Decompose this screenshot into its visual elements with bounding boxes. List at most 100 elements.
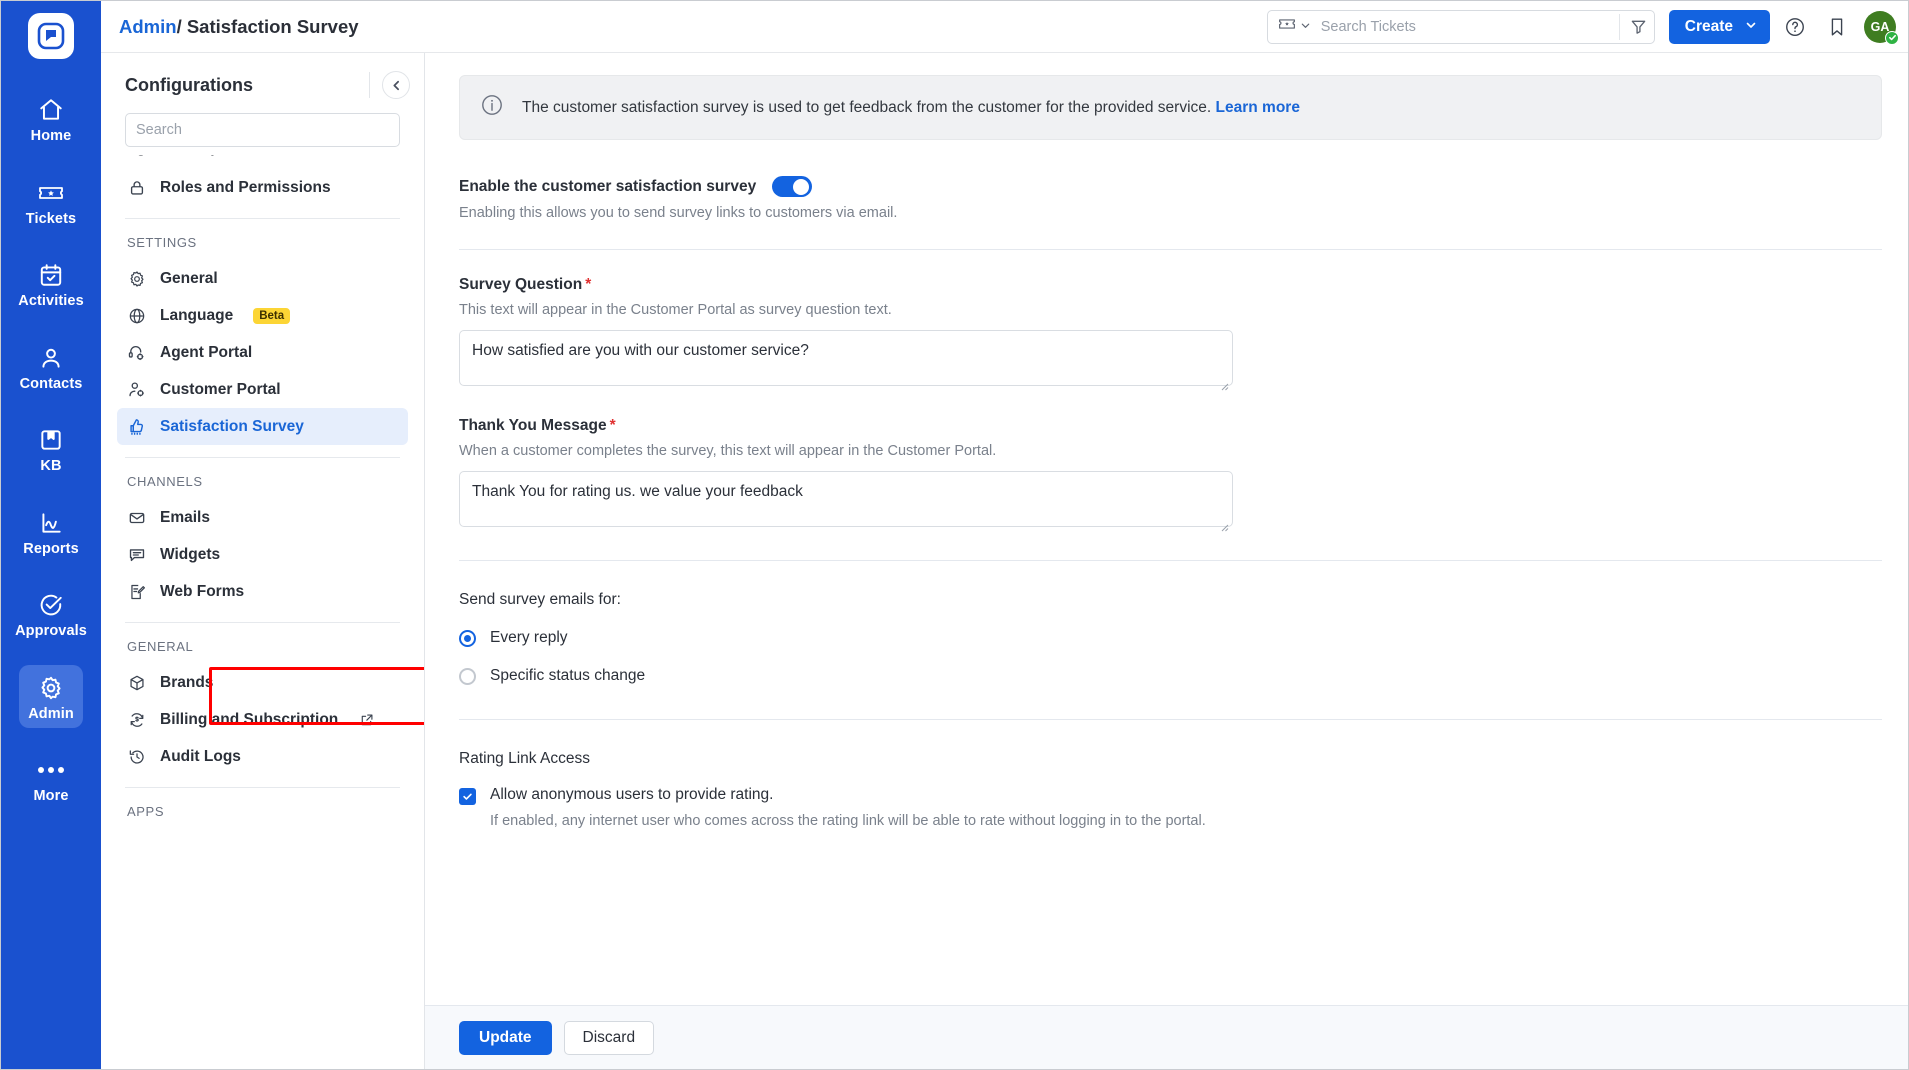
learn-more-link[interactable]: Learn more bbox=[1216, 99, 1300, 116]
rail-item-admin[interactable]: Admin bbox=[19, 664, 83, 728]
avatar-initials: GA bbox=[1870, 19, 1890, 34]
home-icon bbox=[38, 96, 64, 124]
sidebar-item-general[interactable]: General bbox=[117, 260, 408, 297]
required-asterisk: * bbox=[609, 417, 616, 434]
sidebar-item-satisfaction-survey[interactable]: Satisfaction Survey bbox=[117, 408, 408, 445]
bookmark-icon[interactable] bbox=[1820, 10, 1854, 44]
thank-you-label: Thank You Message * bbox=[459, 417, 1882, 435]
sidebar-item-roles-and-permissions[interactable]: Roles and Permissions bbox=[117, 169, 408, 206]
survey-question-label-text: Survey Question bbox=[459, 276, 583, 293]
rating-link-access-label: Rating Link Access bbox=[459, 750, 590, 767]
discard-button[interactable]: Discard bbox=[563, 1020, 655, 1055]
rail-item-kb[interactable]: KB bbox=[19, 417, 83, 481]
sidebar-divider bbox=[125, 622, 400, 623]
allow-anonymous-row: Allow anonymous users to provide rating.… bbox=[459, 786, 1882, 829]
sidebar-item-label: Language bbox=[160, 306, 234, 324]
sidebar-group-settings: SETTINGS bbox=[127, 235, 197, 250]
main-panel: The customer satisfaction survey is used… bbox=[425, 53, 1908, 1069]
sidebar-item-emails[interactable]: Emails bbox=[117, 499, 408, 536]
search-input[interactable] bbox=[1310, 18, 1613, 35]
sidebar-item-web-forms[interactable]: Web Forms bbox=[117, 573, 408, 610]
sidebar-item-audit-logs[interactable]: Audit Logs bbox=[117, 738, 408, 775]
enable-survey-row: Enable the customer satisfaction survey bbox=[459, 176, 1882, 197]
configurations-list[interactable]: Agent Groups Roles and Permissions SETTI… bbox=[101, 147, 424, 1069]
thank-you-hint: When a customer completes the survey, th… bbox=[459, 443, 997, 459]
gear-icon bbox=[38, 674, 64, 702]
radio-label: Every reply bbox=[490, 629, 568, 646]
globe-icon bbox=[127, 306, 146, 325]
survey-question-input-wrap bbox=[459, 318, 1233, 391]
clipped-list-item[interactable]: Agent Groups bbox=[125, 155, 400, 169]
sidebar-search[interactable] bbox=[125, 113, 400, 147]
enable-survey-toggle[interactable] bbox=[772, 176, 813, 197]
thank-you-field: Thank You Message * When a customer compl… bbox=[459, 417, 1882, 532]
lock-icon bbox=[127, 178, 146, 197]
radio-specific-status-change[interactable]: Specific status change bbox=[459, 667, 1882, 685]
search-divider bbox=[1618, 13, 1620, 40]
allow-anonymous-checkbox[interactable] bbox=[459, 788, 476, 805]
sidebar-item-label: Audit Logs bbox=[160, 747, 241, 765]
chevron-left-icon[interactable] bbox=[382, 71, 410, 99]
sidebar-item-label: Agent Portal bbox=[160, 343, 253, 361]
rail-item-approvals[interactable]: Approvals bbox=[15, 582, 87, 646]
rail-item-contacts[interactable]: Contacts bbox=[19, 335, 83, 399]
clipped-list-item-label: Agent Groups bbox=[125, 155, 228, 157]
sidebar-item-billing-and-subscription[interactable]: Billing and Subscription bbox=[117, 701, 408, 738]
rail-item-more[interactable]: More bbox=[19, 747, 83, 811]
radio-every-reply[interactable]: Every reply bbox=[459, 629, 1882, 647]
radio-label: Specific status change bbox=[490, 667, 646, 684]
allow-anonymous-label: Allow anonymous users to provide rating. bbox=[490, 786, 774, 803]
survey-question-input[interactable] bbox=[459, 330, 1233, 386]
breadcrumb-admin-link[interactable]: Admin bbox=[119, 16, 177, 37]
search-scope-selector[interactable] bbox=[1278, 17, 1311, 36]
book-icon bbox=[38, 426, 64, 454]
chevron-down-icon bbox=[1300, 18, 1311, 36]
filter-icon[interactable] bbox=[1626, 14, 1652, 40]
sidebar-item-label: General bbox=[160, 269, 218, 287]
rail-item-activities[interactable]: Activities bbox=[18, 252, 84, 316]
sidebar-item-label: Satisfaction Survey bbox=[160, 417, 304, 435]
sidebar-item-label: Billing and Subscription bbox=[160, 710, 339, 728]
sidebar-item-brands[interactable]: Brands bbox=[117, 664, 408, 701]
rail-label: More bbox=[33, 788, 69, 804]
rail-label: Contacts bbox=[19, 375, 83, 392]
radio-button-icon bbox=[459, 667, 476, 685]
survey-question-hint: This text will appear in the Customer Po… bbox=[459, 302, 892, 318]
ticket-icon bbox=[37, 179, 65, 207]
beta-badge: Beta bbox=[253, 307, 291, 324]
rail-label: Reports bbox=[23, 540, 79, 557]
sidebar-item-widgets[interactable]: Widgets bbox=[117, 536, 408, 573]
info-icon bbox=[480, 93, 504, 122]
rail-item-home[interactable]: Home bbox=[19, 87, 83, 151]
product-logo[interactable] bbox=[28, 13, 74, 59]
rail-label: KB bbox=[40, 458, 62, 474]
gear-icon bbox=[127, 269, 146, 288]
info-banner-message: The customer satisfaction survey is used… bbox=[522, 98, 1212, 116]
rail-label: Admin bbox=[28, 705, 74, 722]
sidebar-search-input[interactable] bbox=[136, 122, 389, 138]
section-divider bbox=[459, 719, 1882, 720]
enable-survey-hint: Enabling this allows you to send survey … bbox=[459, 205, 898, 221]
rail-label: Tickets bbox=[25, 210, 77, 227]
billing-icon bbox=[127, 710, 146, 729]
thank-you-input[interactable] bbox=[459, 471, 1233, 527]
rail-item-reports[interactable]: Reports bbox=[19, 500, 83, 564]
primary-nav-rail: Home Tickets Activities Contacts KB Repo… bbox=[1, 1, 101, 1069]
required-asterisk: * bbox=[585, 276, 592, 293]
sidebar-item-customer-portal[interactable]: Customer Portal bbox=[117, 371, 408, 408]
sidebar-item-language[interactable]: Language Beta bbox=[117, 297, 408, 334]
section-divider bbox=[459, 560, 1882, 561]
avatar[interactable]: GA bbox=[1864, 10, 1899, 45]
update-button[interactable]: Update bbox=[459, 1020, 552, 1055]
sidebar-group-general: GENERAL bbox=[127, 639, 194, 654]
help-circle-icon[interactable] bbox=[1778, 10, 1812, 44]
sidebar-item-agent-portal[interactable]: Agent Portal bbox=[117, 334, 408, 371]
headset-gear-icon bbox=[127, 343, 146, 362]
thank-you-label-text: Thank You Message bbox=[459, 417, 607, 434]
info-banner-text: The customer satisfaction survey is used… bbox=[522, 99, 1300, 117]
person-icon bbox=[38, 344, 64, 372]
external-link-icon bbox=[360, 713, 374, 727]
breadcrumb: Admin/ Satisfaction Survey bbox=[119, 16, 359, 38]
create-button[interactable]: Create bbox=[1668, 9, 1770, 44]
rail-item-tickets[interactable]: Tickets bbox=[19, 170, 83, 234]
